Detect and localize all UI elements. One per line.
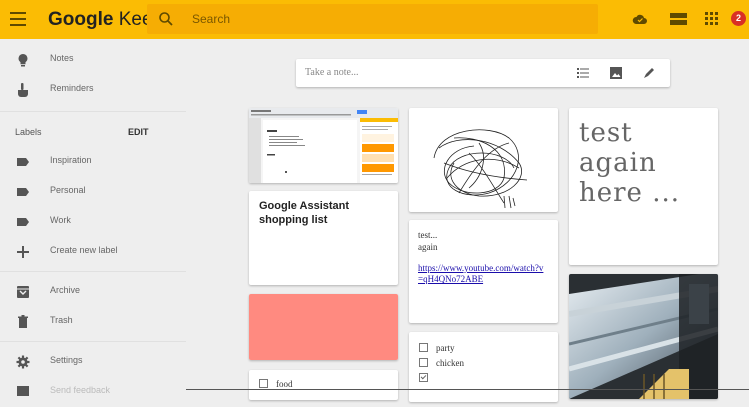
youtube-link[interactable]: https://www.youtube.com/watch?v=qH4QNo72… [418, 263, 548, 285]
sidebar-item-personal[interactable]: Personal [0, 177, 186, 207]
sidebar-item-work[interactable]: Work [0, 207, 186, 237]
checkbox[interactable] [419, 343, 428, 353]
trash-icon [18, 315, 28, 328]
sidebar-item-reminders[interactable]: Reminders [0, 75, 186, 105]
note-big-text-body: test again here ... [579, 118, 680, 208]
sidebar-item-label: Settings [50, 355, 83, 365]
checkbox[interactable] [259, 379, 268, 389]
note-shopping-list[interactable]: Google Assistant shopping list [249, 191, 398, 285]
checkbox-checked[interactable] [419, 373, 428, 383]
subway-train-photo [569, 274, 718, 399]
sidebar-item-feedback[interactable]: Send feedback [0, 377, 186, 407]
note-food-checklist[interactable]: food [249, 370, 398, 400]
checklist-item-text: party [436, 343, 455, 353]
search-icon[interactable] [158, 11, 174, 27]
note-line: again [579, 148, 657, 178]
checkbox[interactable] [419, 358, 428, 368]
note-title: Google Assistant shopping list [259, 200, 350, 226]
checklist-item-text: food [276, 379, 293, 389]
checklist-item: chicken [419, 358, 464, 372]
feedback-icon [17, 386, 29, 396]
apps-grid-icon[interactable] [705, 12, 718, 25]
take-note-placeholder[interactable]: Take a note... [305, 67, 358, 78]
gear-icon [16, 355, 30, 369]
checklist-item [419, 373, 436, 387]
sidebar-item-create-label[interactable]: Create new label [0, 237, 186, 267]
checklist-item-text: chicken [436, 358, 464, 368]
note-color-fill [249, 294, 398, 360]
sidebar-divider [0, 271, 186, 272]
note-big-text[interactable]: test again here ... [569, 108, 718, 265]
lightbulb-icon [18, 54, 28, 67]
sidebar-item-label: Personal [50, 185, 86, 195]
search-box[interactable] [147, 4, 598, 34]
top-app-bar: Google Keep 2 [0, 0, 749, 39]
note-line: test [579, 118, 633, 148]
cloud-sync-icon[interactable] [632, 12, 648, 26]
new-drawing-icon[interactable] [643, 67, 655, 79]
main-menu-icon[interactable] [10, 12, 30, 27]
sidebar-divider [0, 111, 186, 112]
label-icon [17, 158, 29, 166]
new-image-note-icon[interactable] [610, 67, 622, 79]
note-drawing-card[interactable] [409, 108, 558, 212]
notifications-badge[interactable]: 2 [731, 11, 746, 26]
app-logo[interactable]: Google Keep [48, 9, 163, 31]
sidebar-item-label: Work [50, 215, 71, 225]
sidebar-item-label: Notes [50, 53, 74, 63]
note-colored-card[interactable] [249, 294, 398, 360]
edit-labels-button[interactable]: EDIT [128, 127, 149, 137]
note-party-checklist[interactable]: party chicken [409, 332, 558, 402]
sidebar-item-archive[interactable]: Archive [0, 277, 186, 307]
sidebar-item-label: Archive [50, 285, 81, 295]
sidebar-item-label: Trash [50, 315, 73, 325]
note-test-link[interactable]: test... again https://www.youtube.com/wa… [409, 220, 558, 323]
note-line: test... [418, 230, 438, 240]
labels-heading: Labels [15, 127, 42, 137]
label-icon [17, 188, 29, 196]
sidebar: Notes Reminders Labels EDIT Inspiration … [0, 39, 186, 396]
sidebar-item-label: Inspiration [50, 155, 92, 165]
list-view-icon[interactable] [670, 12, 687, 26]
plus-icon [17, 246, 29, 258]
sidebar-item-notes[interactable]: Notes [0, 45, 186, 75]
sidebar-item-label: Create new label [50, 245, 118, 255]
brand-google: Google [48, 9, 114, 30]
sidebar-item-inspiration[interactable]: Inspiration [0, 147, 186, 177]
take-note-composer[interactable]: Take a note... [296, 59, 670, 87]
note-line: again [418, 242, 438, 252]
reminder-hand-icon [18, 83, 28, 97]
checklist-item: party [419, 343, 455, 357]
note-photo-card[interactable] [569, 274, 718, 399]
document-screenshot-image [249, 108, 398, 183]
checklist-item: food [259, 379, 293, 393]
sidebar-item-label: Send feedback [50, 385, 111, 395]
viewport-bottom-edge [186, 389, 749, 390]
sidebar-item-label: Reminders [50, 83, 94, 93]
archive-icon [17, 286, 29, 298]
note-screenshot-card[interactable] [249, 108, 398, 183]
label-icon [17, 218, 29, 226]
note-line: here ... [579, 178, 681, 208]
note-body: test... again https://www.youtube.com/wa… [418, 229, 548, 285]
sidebar-item-trash[interactable]: Trash [0, 307, 186, 337]
drawing-scribble-image [433, 129, 528, 209]
sidebar-divider [0, 341, 186, 342]
search-input[interactable] [190, 11, 574, 27]
sidebar-item-settings[interactable]: Settings [0, 347, 186, 377]
new-list-icon[interactable] [577, 67, 589, 79]
